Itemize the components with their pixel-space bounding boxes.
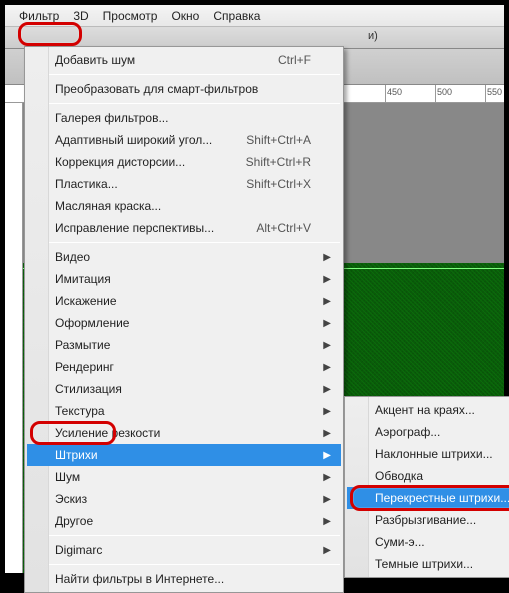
ruler-tick-550: 550 [487,87,502,97]
mi-oil-paint-label: Масляная краска... [55,199,161,213]
mi-adaptive-wide-shortcut: Shift+Ctrl+A [246,133,311,147]
submenu-arrow-icon: ▶ [323,545,331,556]
mi-noise-label: Шум [55,470,80,484]
mi-outline-label: Обводка [375,469,423,483]
mi-blur[interactable]: Размытие ▶ [27,334,341,356]
tab-fragment[interactable]: и) [365,27,504,45]
menu-window[interactable]: Окно [171,9,199,23]
mi-angled-strokes-label: Наклонные штрихи... [375,447,493,461]
submenu-arrow-icon: ▶ [323,406,331,417]
mi-distort[interactable]: Искажение ▶ [27,290,341,312]
mi-crosshatch[interactable]: Перекрестные штрихи... [347,487,509,509]
mi-digimarc-label: Digimarc [55,543,102,557]
mi-other[interactable]: Другое ▶ [27,510,341,532]
submenu-arrow-icon: ▶ [323,296,331,307]
mi-add-noise[interactable]: Добавить шум Ctrl+F [27,49,341,71]
mi-lens-correction-label: Коррекция дисторсии... [55,155,185,169]
submenu-arrow-icon: ▶ [323,340,331,351]
mi-render-label: Рендеринг [55,360,114,374]
mi-stylize[interactable]: Стилизация ▶ [27,378,341,400]
mi-add-noise-label: Добавить шум [55,53,135,67]
mi-vanishing-point-label: Исправление перспективы... [55,221,214,235]
mi-add-noise-shortcut: Ctrl+F [278,53,311,67]
submenu-arrow-icon: ▶ [323,450,331,461]
mi-adaptive-wide[interactable]: Адаптивный широкий угол... Shift+Ctrl+A [27,129,341,151]
mi-artistic[interactable]: Имитация ▶ [27,268,341,290]
mi-convert-smart[interactable]: Преобразовать для смарт-фильтров [27,78,341,100]
mi-digimarc[interactable]: Digimarc ▶ [27,539,341,561]
mi-accented-edges[interactable]: Акцент на краях... [347,399,509,421]
strokes-submenu: Акцент на краях... Аэрограф... Наклонные… [344,396,509,578]
ruler-tick-450: 450 [387,87,402,97]
submenu-arrow-icon: ▶ [323,516,331,527]
menu-separator [28,242,340,243]
menu-3d[interactable]: 3D [73,9,88,23]
menu-separator [28,74,340,75]
mi-spatter-label: Разбрызгивание... [375,513,476,527]
mi-filter-gallery-label: Галерея фильтров... [55,111,168,125]
mi-liquify-shortcut: Shift+Ctrl+X [246,177,311,191]
submenu-arrow-icon: ▶ [323,472,331,483]
submenu-arrow-icon: ▶ [323,428,331,439]
mi-dark-strokes[interactable]: Темные штрихи... [347,553,509,575]
menu-filter[interactable]: Фильтр [19,9,59,23]
mi-sharpen[interactable]: Усиление резкости ▶ [27,422,341,444]
mi-liquify-label: Пластика... [55,177,118,191]
mi-blur-label: Размытие [55,338,110,352]
mi-sketch-label: Эскиз [55,492,87,506]
mi-filter-gallery[interactable]: Галерея фильтров... [27,107,341,129]
menubar: Фильтр 3D Просмотр Окно Справка [5,5,504,27]
mi-accented-edges-label: Акцент на краях... [375,403,475,417]
mi-video-label: Видео [55,250,90,264]
mi-distort-label: Искажение [55,294,117,308]
mi-liquify[interactable]: Пластика... Shift+Ctrl+X [27,173,341,195]
mi-crosshatch-label: Перекрестные штрихи... [375,491,509,505]
mi-oil-paint[interactable]: Масляная краска... [27,195,341,217]
menu-separator [28,103,340,104]
ruler-tick-500: 500 [437,87,452,97]
submenu-arrow-icon: ▶ [323,384,331,395]
mi-strokes-label: Штрихи [55,448,98,462]
mi-noise[interactable]: Шум ▶ [27,466,341,488]
mi-airbrush[interactable]: Аэрограф... [347,421,509,443]
mi-video[interactable]: Видео ▶ [27,246,341,268]
menu-help[interactable]: Справка [213,9,260,23]
mi-texture[interactable]: Текстура ▶ [27,400,341,422]
submenu-arrow-icon: ▶ [323,362,331,373]
menu-separator [28,564,340,565]
submenu-arrow-icon: ▶ [323,252,331,263]
menu-separator [28,535,340,536]
submenu-arrow-icon: ▶ [323,274,331,285]
mi-convert-smart-label: Преобразовать для смарт-фильтров [55,82,258,96]
mi-angled-strokes[interactable]: Наклонные штрихи... [347,443,509,465]
mi-lens-correction-shortcut: Shift+Ctrl+R [246,155,311,169]
mi-sumi-e-label: Суми-э... [375,535,425,549]
mi-sharpen-label: Усиление резкости [55,426,160,440]
mi-spatter[interactable]: Разбрызгивание... [347,509,509,531]
mi-browse-filters[interactable]: Найти фильтры в Интернете... [27,568,341,590]
mi-strokes[interactable]: Штрихи ▶ [27,444,341,466]
submenu-arrow-icon: ▶ [323,494,331,505]
mi-artistic-label: Имитация [55,272,111,286]
mi-sketch[interactable]: Эскиз ▶ [27,488,341,510]
mi-airbrush-label: Аэрограф... [375,425,440,439]
mi-dark-strokes-label: Темные штрихи... [375,557,473,571]
mi-lens-correction[interactable]: Коррекция дисторсии... Shift+Ctrl+R [27,151,341,173]
mi-adaptive-wide-label: Адаптивный широкий угол... [55,133,212,147]
mi-vanishing-point-shortcut: Alt+Ctrl+V [256,221,311,235]
ruler-vertical [5,103,23,573]
mi-stylize-label: Стилизация [55,382,122,396]
mi-outline[interactable]: Обводка [347,465,509,487]
mi-other-label: Другое [55,514,93,528]
mi-texture-label: Текстура [55,404,105,418]
filter-menu: Добавить шум Ctrl+F Преобразовать для см… [24,46,344,593]
mi-browse-filters-label: Найти фильтры в Интернете... [55,572,224,586]
mi-vanishing-point[interactable]: Исправление перспективы... Alt+Ctrl+V [27,217,341,239]
mi-pixelate-label: Оформление [55,316,129,330]
mi-sumi-e[interactable]: Суми-э... [347,531,509,553]
mi-render[interactable]: Рендеринг ▶ [27,356,341,378]
mi-pixelate[interactable]: Оформление ▶ [27,312,341,334]
menu-view[interactable]: Просмотр [103,9,158,23]
submenu-arrow-icon: ▶ [323,318,331,329]
